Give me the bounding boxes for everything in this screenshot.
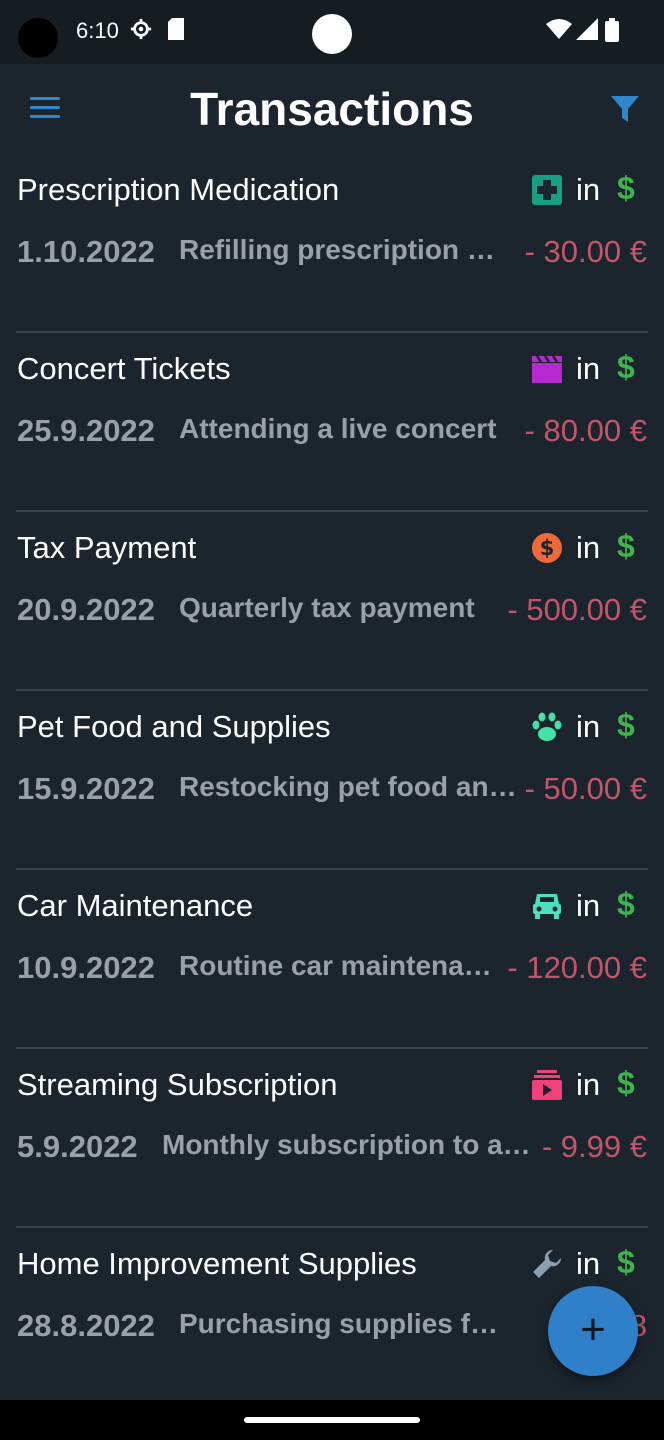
transaction-name: Prescription Medication: [17, 172, 340, 207]
in-label: in: [576, 888, 601, 923]
page-title: Transactions: [190, 83, 474, 135]
battery-icon: [605, 18, 619, 42]
transaction-amount: - 30.00 €: [524, 234, 647, 269]
transaction-amount: - 120.00 €: [507, 950, 647, 985]
sd-card-icon: [168, 18, 184, 40]
transaction-item[interactable]: Streaming Subscription in $ 5.9.2022 Mon…: [0, 1049, 664, 1228]
wrench-icon: [533, 1249, 562, 1278]
transaction-item[interactable]: Concert Tickets in $ 25.9.2022 Attending…: [0, 333, 664, 512]
transaction-description: Refilling prescription me…: [179, 234, 519, 265]
transaction-name: Concert Tickets: [17, 351, 231, 386]
transaction-date: 1.10.2022: [17, 234, 155, 269]
app-bar: Transactions: [0, 64, 664, 154]
transaction-description: Monthly subscription to a s…: [162, 1129, 535, 1160]
currency-symbol: $: [617, 170, 635, 206]
in-label: in: [576, 172, 601, 207]
currency-symbol: $: [617, 1065, 635, 1101]
transaction-item[interactable]: Car Maintenance in $ 10.9.2022 Routine c…: [0, 870, 664, 1049]
in-label: in: [576, 1067, 601, 1102]
svg-text:$: $: [540, 536, 555, 560]
transaction-item[interactable]: Pet Food and Supplies in $ 15.9.2022 Res…: [0, 691, 664, 870]
transaction-description: Restocking pet food and…: [179, 771, 519, 802]
add-transaction-button[interactable]: +: [548, 1286, 638, 1376]
currency-symbol: $: [617, 886, 635, 922]
transaction-name: Tax Payment: [17, 530, 197, 565]
currency-symbol: $: [617, 349, 635, 385]
settings-gear-icon: [130, 18, 152, 40]
transaction-date: 25.9.2022: [17, 413, 155, 448]
home-gesture-handle[interactable]: [244, 1417, 420, 1423]
transaction-date: 15.9.2022: [17, 771, 155, 806]
transaction-amount: - 50.00 €: [524, 771, 647, 806]
transaction-item[interactable]: Tax Payment $ in $ 20.9.2022 Quarterly t…: [0, 512, 664, 691]
transaction-name: Car Maintenance: [17, 888, 254, 923]
in-label: in: [576, 1246, 601, 1281]
paw-icon: [532, 712, 562, 741]
transaction-name: Home Improvement Supplies: [17, 1246, 417, 1281]
in-label: in: [576, 709, 601, 744]
clapperboard-icon: [532, 355, 562, 383]
wifi-icon: [546, 19, 572, 39]
transaction-description: Quarterly tax payment: [179, 592, 475, 623]
subscriptions-icon: [532, 1070, 562, 1100]
camera-dot: [312, 14, 352, 54]
camera-cutout: [18, 18, 58, 58]
transaction-date: 20.9.2022: [17, 592, 155, 627]
status-time: 6:10: [76, 18, 119, 43]
transaction-date: 28.8.2022: [17, 1308, 155, 1343]
transaction-date: 10.9.2022: [17, 950, 155, 985]
filter-icon[interactable]: [610, 94, 640, 124]
currency-symbol: $: [617, 1244, 635, 1280]
navigation-bar: [0, 1400, 664, 1440]
signal-icon: [576, 18, 598, 40]
dollar-circle-icon: $: [532, 533, 562, 563]
currency-symbol: $: [617, 707, 635, 743]
transaction-amount: - 500.00 €: [507, 592, 647, 627]
transaction-item[interactable]: Prescription Medication in $ 1.10.2022 R…: [0, 154, 664, 333]
transaction-description: Routine car maintenan…: [179, 950, 499, 981]
transaction-name: Streaming Subscription: [17, 1067, 338, 1102]
transaction-description: Purchasing supplies for …: [179, 1308, 509, 1339]
in-label: in: [576, 351, 601, 386]
transaction-name: Pet Food and Supplies: [17, 709, 331, 744]
transaction-amount: - 9.99 €: [541, 1129, 647, 1164]
in-label: in: [576, 530, 601, 565]
transaction-date: 5.9.2022: [17, 1129, 138, 1164]
medical-cross-icon: [532, 175, 562, 205]
car-icon: [533, 894, 561, 919]
status-bar: 6:10: [0, 0, 664, 64]
transaction-amount: - 80.00 €: [524, 413, 647, 448]
transaction-list: Prescription Medication in $ 1.10.2022 R…: [0, 154, 664, 1407]
transaction-description: Attending a live concert: [179, 413, 497, 444]
currency-symbol: $: [617, 528, 635, 564]
